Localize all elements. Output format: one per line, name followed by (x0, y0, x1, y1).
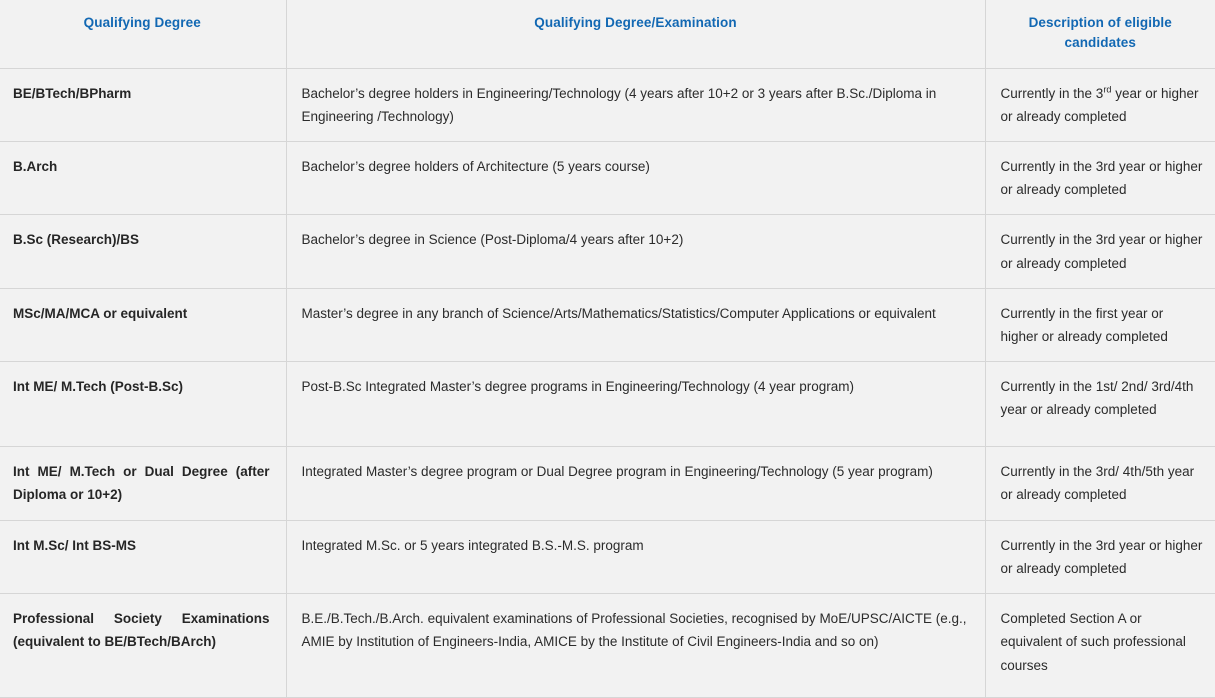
cell-degree: B.Sc (Research)/BS (0, 214, 286, 289)
table-header-row: Qualifying Degree Qualifying Degree/Exam… (0, 0, 1215, 69)
table-row: Professional Society Examinations (equiv… (0, 593, 1215, 698)
table-row: BE/BTech/BPharm Bachelor’s degree holder… (0, 67, 1215, 142)
column-header-qualifying-degree-examination: Qualifying Degree/Examination (285, 0, 985, 69)
column-header-qualifying-degree: Qualifying Degree (0, 0, 286, 69)
column-header-description-of-eligible-candidates: Description of eligible candidates (984, 0, 1215, 69)
table-row: Int ME/ M.Tech or Dual Degree (after Dip… (0, 446, 1215, 521)
cell-examination: B.E./B.Tech./B.Arch. equivalent examinat… (285, 593, 985, 698)
table-row: MSc/MA/MCA or equivalent Master’s degree… (0, 287, 1215, 363)
cell-examination: Master’s degree in any branch of Science… (285, 287, 985, 363)
cell-examination: Integrated M.Sc. or 5 years integrated B… (285, 519, 985, 595)
cell-examination: Post-B.Sc Integrated Master’s degree pro… (285, 361, 985, 448)
cell-description: Currently in the first year or higher or… (984, 287, 1215, 363)
cell-examination: Integrated Master’s degree program or Du… (285, 446, 985, 521)
table-row: B.Sc (Research)/BS Bachelor’s degree in … (0, 214, 1215, 289)
cell-degree: BE/BTech/BPharm (0, 67, 286, 142)
cell-description: Currently in the 3rd year or higher or a… (984, 67, 1215, 142)
cell-description: Currently in the 1st/ 2nd/ 3rd/4th year … (984, 361, 1215, 448)
cell-degree: B.Arch (0, 140, 286, 216)
qualifying-degree-table: Qualifying Degree Qualifying Degree/Exam… (0, 0, 1215, 698)
table-row: Int ME/ M.Tech (Post-B.Sc) Post-B.Sc Int… (0, 361, 1215, 448)
cell-examination: Bachelor’s degree in Science (Post-Diplo… (285, 214, 985, 289)
cell-degree: Int ME/ M.Tech (Post-B.Sc) (0, 361, 286, 448)
cell-degree: Int M.Sc/ Int BS-MS (0, 519, 286, 595)
cell-degree: Professional Society Examinations (equiv… (0, 593, 286, 698)
cell-degree: Int ME/ M.Tech or Dual Degree (after Dip… (0, 446, 286, 521)
cell-description: Completed Section A or equivalent of suc… (984, 593, 1215, 698)
table-body: BE/BTech/BPharm Bachelor’s degree holder… (0, 67, 1215, 698)
cell-degree: MSc/MA/MCA or equivalent (0, 287, 286, 363)
cell-description: Currently in the 3rd year or higher or a… (984, 214, 1215, 289)
cell-description: Currently in the 3rd/ 4th/5th year or al… (984, 446, 1215, 521)
cell-description: Currently in the 3rd year or higher or a… (984, 140, 1215, 216)
table-header: Qualifying Degree Qualifying Degree/Exam… (0, 0, 1215, 69)
description-prefix: Currently in the 3 (1000, 85, 1104, 101)
cell-description: Currently in the 3rd year or higher or a… (984, 519, 1215, 595)
table-row: Int M.Sc/ Int BS-MS Integrated M.Sc. or … (0, 519, 1215, 595)
cell-examination: Bachelor’s degree holders in Engineering… (285, 67, 985, 142)
cell-examination: Bachelor’s degree holders of Architectur… (285, 140, 985, 216)
table-row: B.Arch Bachelor’s degree holders of Arch… (0, 140, 1215, 216)
